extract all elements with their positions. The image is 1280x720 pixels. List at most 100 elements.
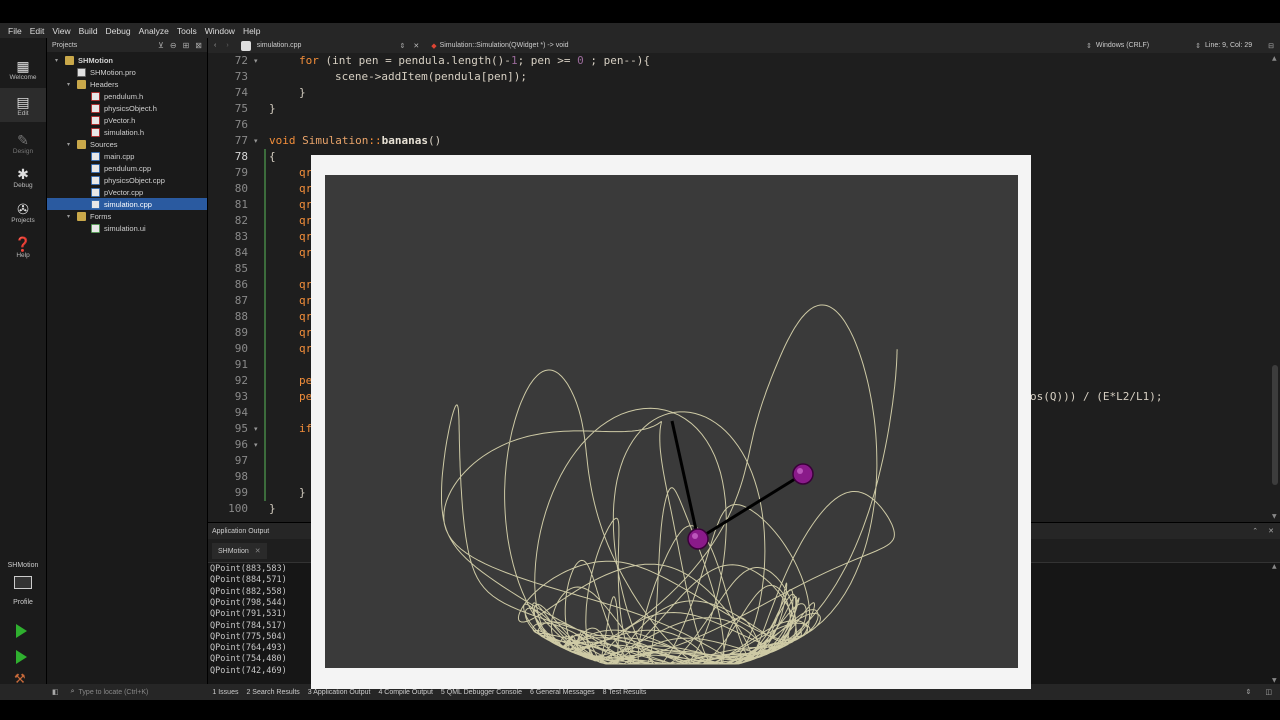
expand-arrow-icon[interactable]: ▾ [67, 81, 77, 88]
editor-scrollbar[interactable]: ▲ ▼ [1270, 53, 1280, 522]
symbol-selector[interactable]: Simulation::Simulation(QWidget *) -> voi… [440, 42, 569, 49]
run-button[interactable] [16, 624, 27, 638]
menu-tools[interactable]: Tools [173, 26, 201, 36]
tree-item-label: Headers [90, 79, 119, 89]
forward-icon[interactable]: › [226, 42, 228, 49]
more-panes-icon[interactable]: ⇕ [1246, 688, 1252, 696]
filter-icon[interactable]: ⊻ [158, 41, 164, 50]
tree-item[interactable]: ▾ Forms [47, 210, 207, 222]
file-dropdown-icon[interactable]: ⇕ [399, 42, 405, 50]
tree-item[interactable]: simulation.cpp [47, 198, 207, 210]
change-marker [264, 149, 266, 501]
menu-analyze[interactable]: Analyze [135, 26, 173, 36]
tree-item[interactable]: pendulum.h [47, 90, 207, 102]
mode-edit[interactable]: ▤ Edit [0, 88, 46, 122]
tree-item[interactable]: pVector.h [47, 114, 207, 126]
sidebar-toggle-icon[interactable]: ◧ [52, 688, 59, 696]
fold-marker-icon[interactable]: ▾ [254, 57, 258, 65]
tree-item-label: SHMotion [78, 55, 113, 65]
tree-item[interactable]: physicsObject.cpp [47, 174, 207, 186]
close-pane-icon[interactable]: ✕ [1268, 527, 1274, 535]
close-document-icon[interactable]: ✕ [413, 42, 419, 50]
menu-window[interactable]: Window [201, 26, 239, 36]
tab-close-icon[interactable]: ✕ [255, 547, 261, 555]
line-ending-dropdown-icon: ⇕ [1085, 42, 1092, 50]
pane-compile-output[interactable]: 4 Compile Output [378, 689, 432, 696]
mode-projects[interactable]: ✇ Projects [0, 195, 46, 229]
pendulum-rod-upper [670, 420, 700, 540]
pane-general-messages[interactable]: 6 General Messages [530, 689, 595, 696]
menu-file[interactable]: File [4, 26, 26, 36]
grid-icon: ▦ [16, 57, 30, 74]
line-ending-selector[interactable]: Windows (CRLF) [1096, 42, 1149, 49]
tree-item[interactable]: pendulum.cpp [47, 162, 207, 174]
menu-edit[interactable]: Edit [26, 26, 49, 36]
expand-arrow-icon[interactable]: ▾ [67, 141, 77, 148]
code-line-73: scene->addItem(pendula[pen]); [335, 70, 528, 83]
tree-item[interactable]: physicsObject.h [47, 102, 207, 114]
simulation-canvas[interactable] [325, 175, 1018, 668]
fold-marker-icon[interactable]: ▾ [254, 137, 258, 145]
mode-welcome[interactable]: ▦ Welcome [0, 52, 46, 86]
debug-run-button[interactable] [16, 650, 27, 664]
close-icon[interactable]: ⊠ [195, 41, 202, 50]
line-number: 78 [234, 150, 248, 163]
mode-help[interactable]: ❓ Help [0, 230, 46, 264]
fold-marker-icon[interactable]: ▾ [254, 425, 258, 433]
menu-bar: File Edit View Build Debug Analyze Tools… [0, 23, 1280, 38]
kit-selector[interactable]: SHMotion [0, 562, 46, 569]
output-tab-label: SHMotion [218, 547, 249, 555]
output-scrollbar[interactable]: ▲ ▼ [1270, 563, 1280, 684]
file-icon [91, 151, 100, 161]
pane-qml-debugger[interactable]: 5 QML Debugger Console [441, 689, 522, 696]
tree-item[interactable]: pVector.cpp [47, 186, 207, 198]
file-icon [91, 223, 100, 233]
pane-test-results[interactable]: 8 Test Results [603, 689, 647, 696]
code-line-77: void Simulation::bananas() [269, 134, 442, 147]
tree-item[interactable]: main.cpp [47, 150, 207, 162]
output-line: QPoint(884,571) [210, 575, 287, 586]
line-number: 80 [234, 182, 248, 195]
cursor-position[interactable]: Line: 9, Col: 29 [1205, 42, 1252, 49]
tree-item[interactable]: SHMotion.pro [47, 66, 207, 78]
folder-icon [77, 211, 86, 221]
tree-item[interactable]: ▾ Headers [47, 78, 207, 90]
output-toggle-icon[interactable]: ◫ [1265, 688, 1272, 696]
tree-item-label: simulation.cpp [104, 199, 152, 209]
output-tab-shmotion[interactable]: SHMotion ✕ [212, 543, 267, 559]
editor-scrollbar-thumb[interactable] [1272, 365, 1278, 485]
split-editor-icon[interactable]: ⊟ [1268, 42, 1274, 50]
line-number: 96 [234, 438, 248, 451]
pane-search-results[interactable]: 2 Search Results [246, 689, 299, 696]
menu-debug[interactable]: Debug [102, 26, 135, 36]
pane-application-output[interactable]: 3 Application Output [308, 689, 371, 696]
locator-input[interactable]: Type to locate (Ctrl+K) [79, 689, 149, 696]
tree-item[interactable]: simulation.ui [47, 222, 207, 234]
build-config-label: Profile [13, 599, 33, 606]
menu-help[interactable]: Help [239, 26, 264, 36]
line-number: 94 [234, 406, 248, 419]
back-icon[interactable]: ‹ [214, 42, 216, 49]
mode-debug[interactable]: ✱ Debug [0, 160, 46, 194]
open-file-selector[interactable]: simulation.cpp [257, 42, 302, 49]
menu-build[interactable]: Build [75, 26, 102, 36]
pane-issues[interactable]: 1 Issues [212, 689, 238, 696]
mode-design[interactable]: ✎ Design [0, 126, 46, 160]
tree-item-label: pendulum.h [104, 91, 144, 101]
menu-view[interactable]: View [48, 26, 74, 36]
maximize-icon[interactable]: ⌃ [1252, 527, 1258, 535]
projects-view-selector[interactable]: Projects [52, 42, 77, 49]
expand-arrow-icon[interactable]: ▾ [55, 57, 65, 64]
fold-marker-icon[interactable]: ▾ [254, 441, 258, 449]
expand-arrow-icon[interactable]: ▾ [67, 213, 77, 220]
link-icon[interactable]: ⊖ [170, 41, 177, 50]
tree-item[interactable]: ▾ Sources [47, 138, 207, 150]
tree-item[interactable]: simulation.h [47, 126, 207, 138]
mode-label: Projects [11, 216, 35, 224]
line-number: 85 [234, 262, 248, 275]
mode-label: Edit [17, 109, 29, 117]
code-line-72: for (int pen = pendula.length()-1; pen >… [299, 54, 651, 67]
tree-item[interactable]: ▾ SHMotion [47, 54, 207, 66]
split-icon[interactable]: ⊞ [183, 41, 190, 50]
file-icon [77, 67, 86, 77]
